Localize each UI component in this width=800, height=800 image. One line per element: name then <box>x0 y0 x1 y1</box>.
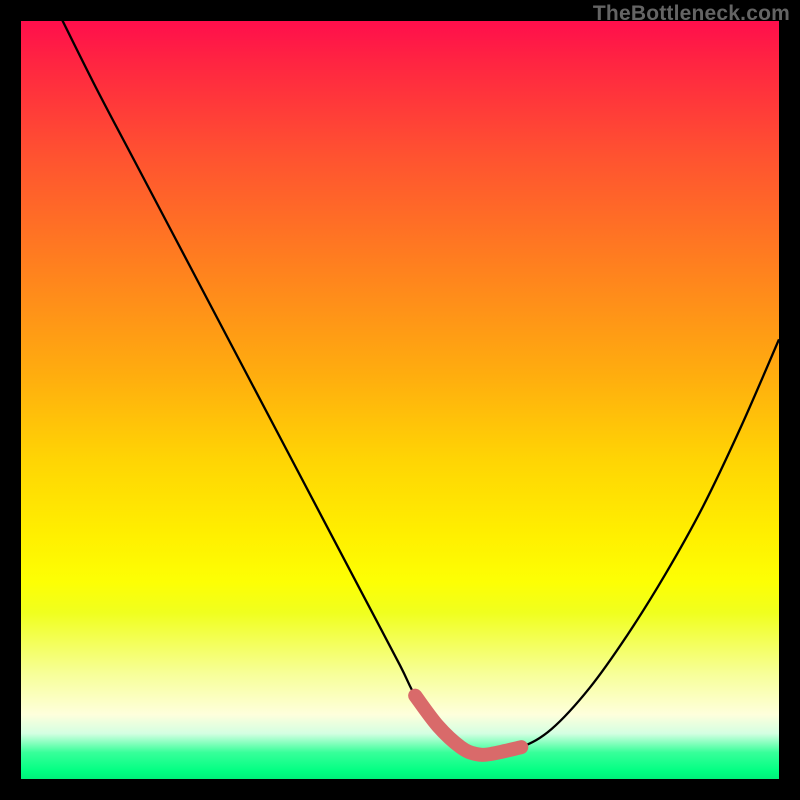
curve-layer <box>21 21 779 779</box>
optimum-highlight <box>415 696 521 755</box>
watermark-text: TheBottleneck.com <box>593 2 790 26</box>
chart-frame: TheBottleneck.com <box>0 0 800 800</box>
bottleneck-curve <box>21 21 779 755</box>
plot-area <box>21 21 779 779</box>
